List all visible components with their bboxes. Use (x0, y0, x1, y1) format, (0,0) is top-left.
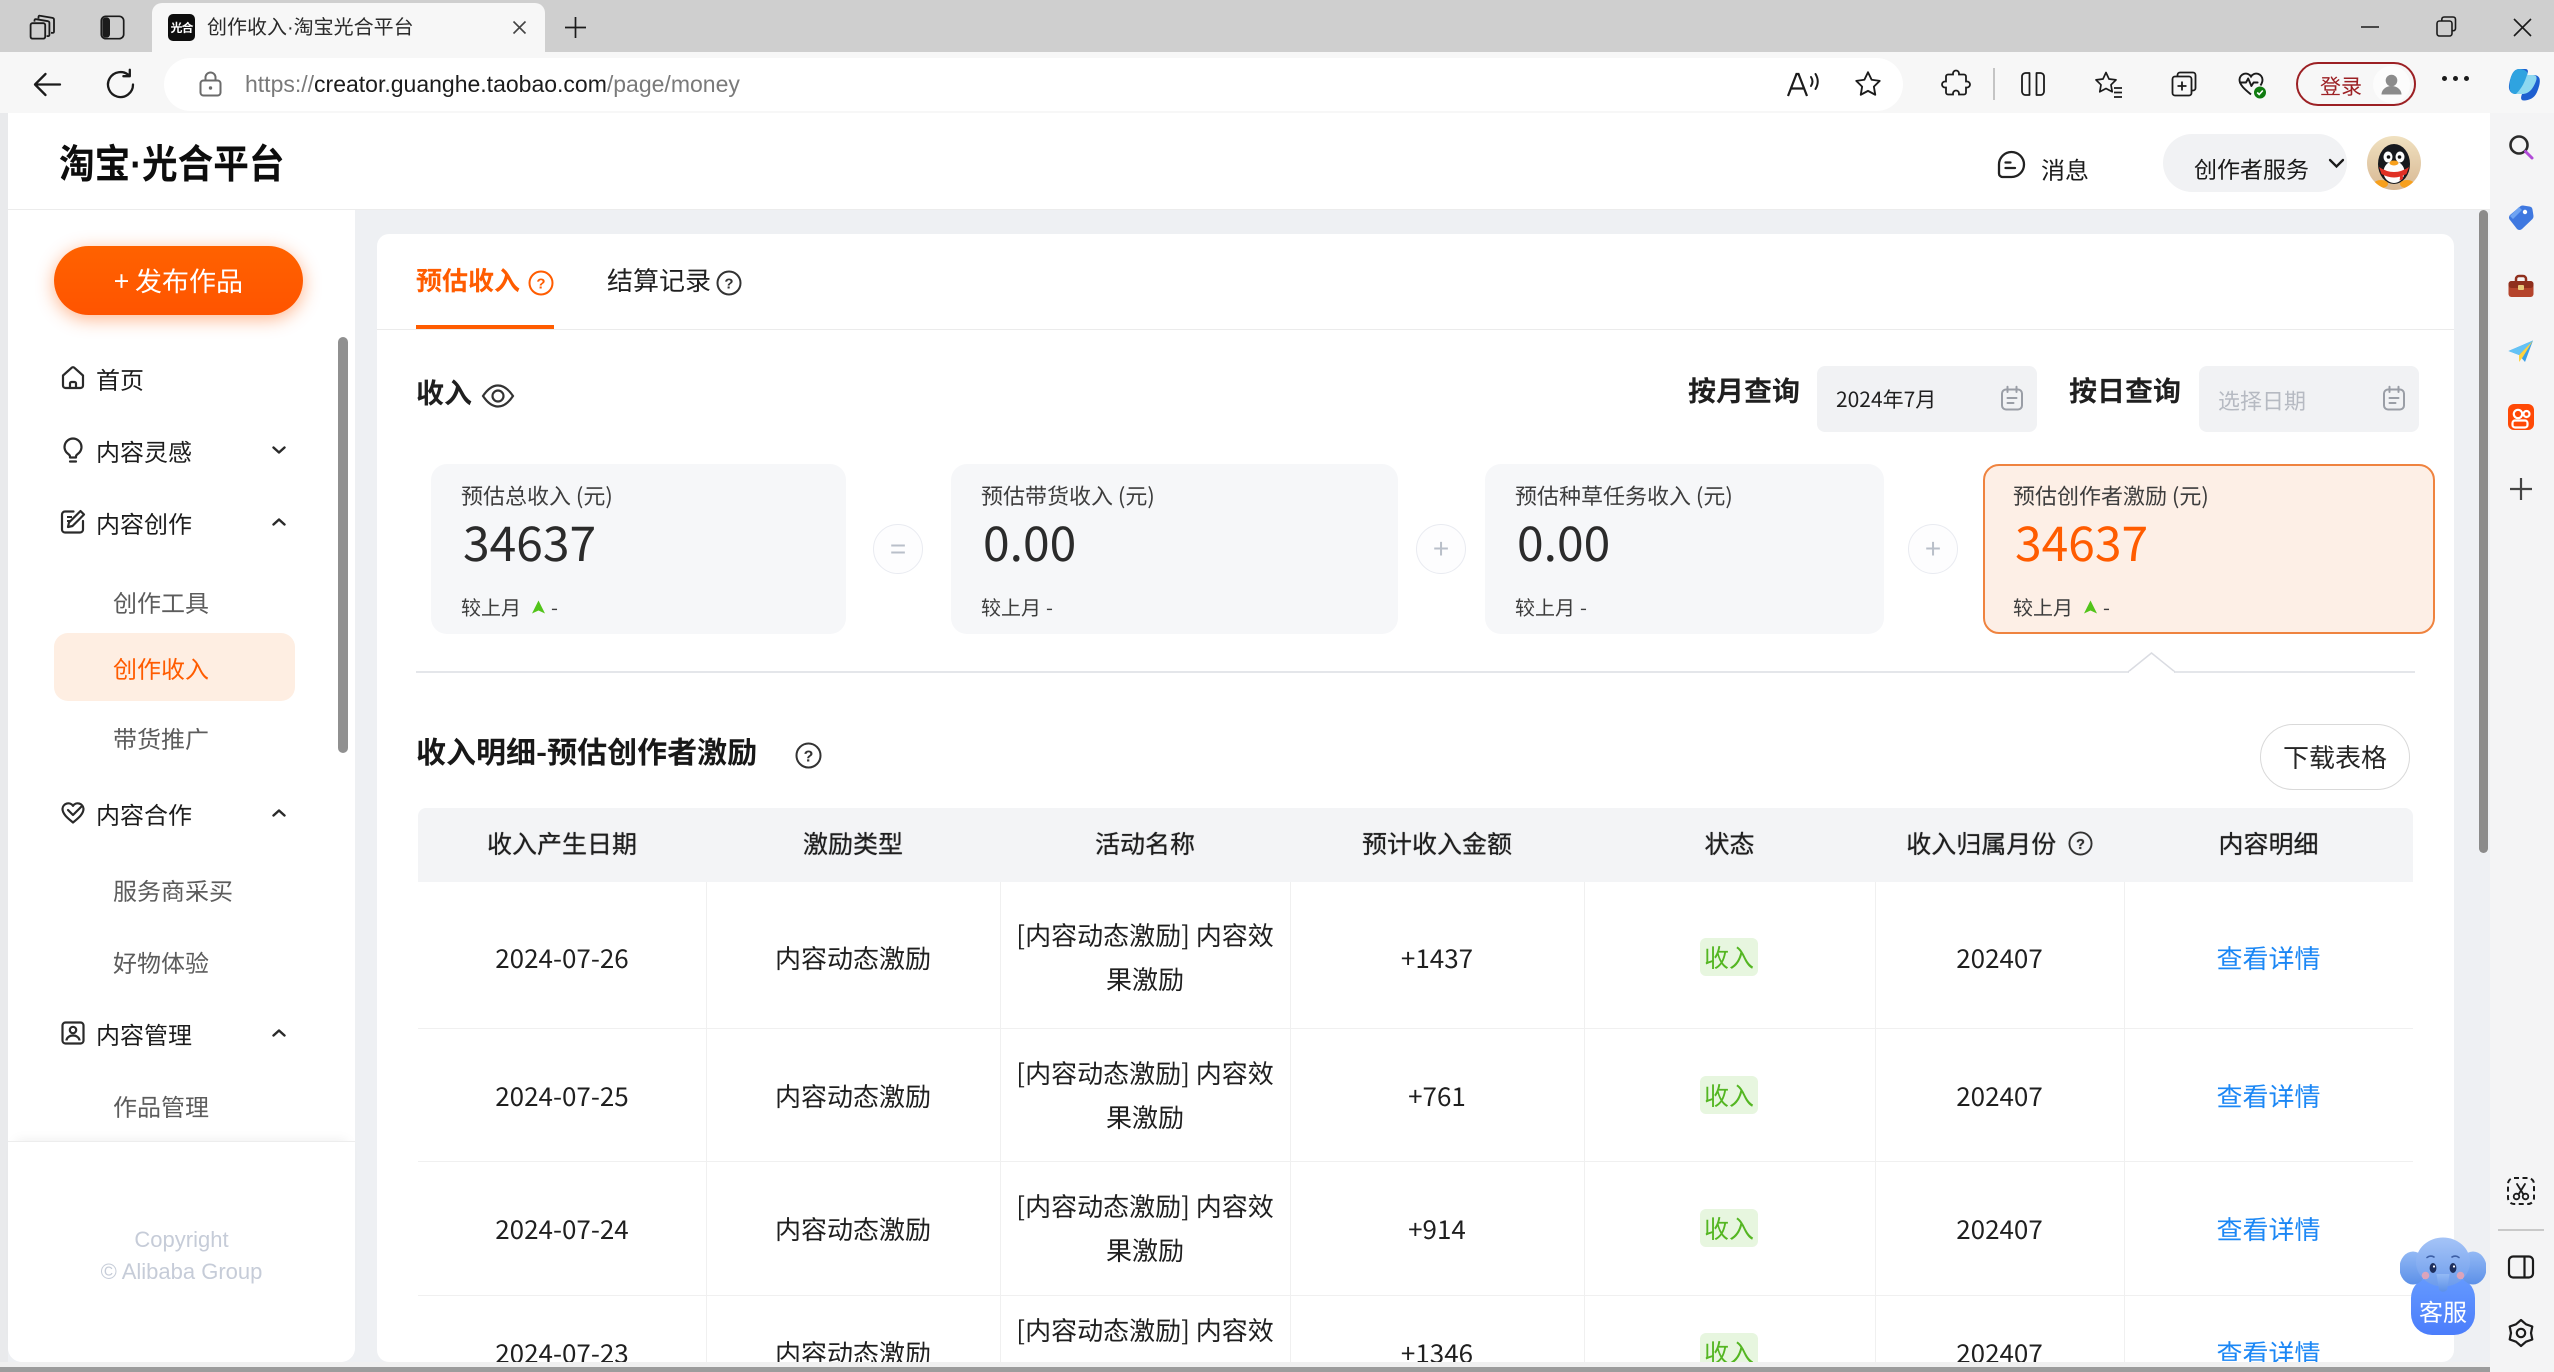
svg-text:?: ? (536, 276, 545, 293)
svg-text:?: ? (2076, 837, 2085, 853)
svg-text:?: ? (804, 749, 814, 766)
svg-text:?: ? (724, 276, 733, 293)
svg-text:客服: 客服 (2419, 1293, 2467, 1328)
